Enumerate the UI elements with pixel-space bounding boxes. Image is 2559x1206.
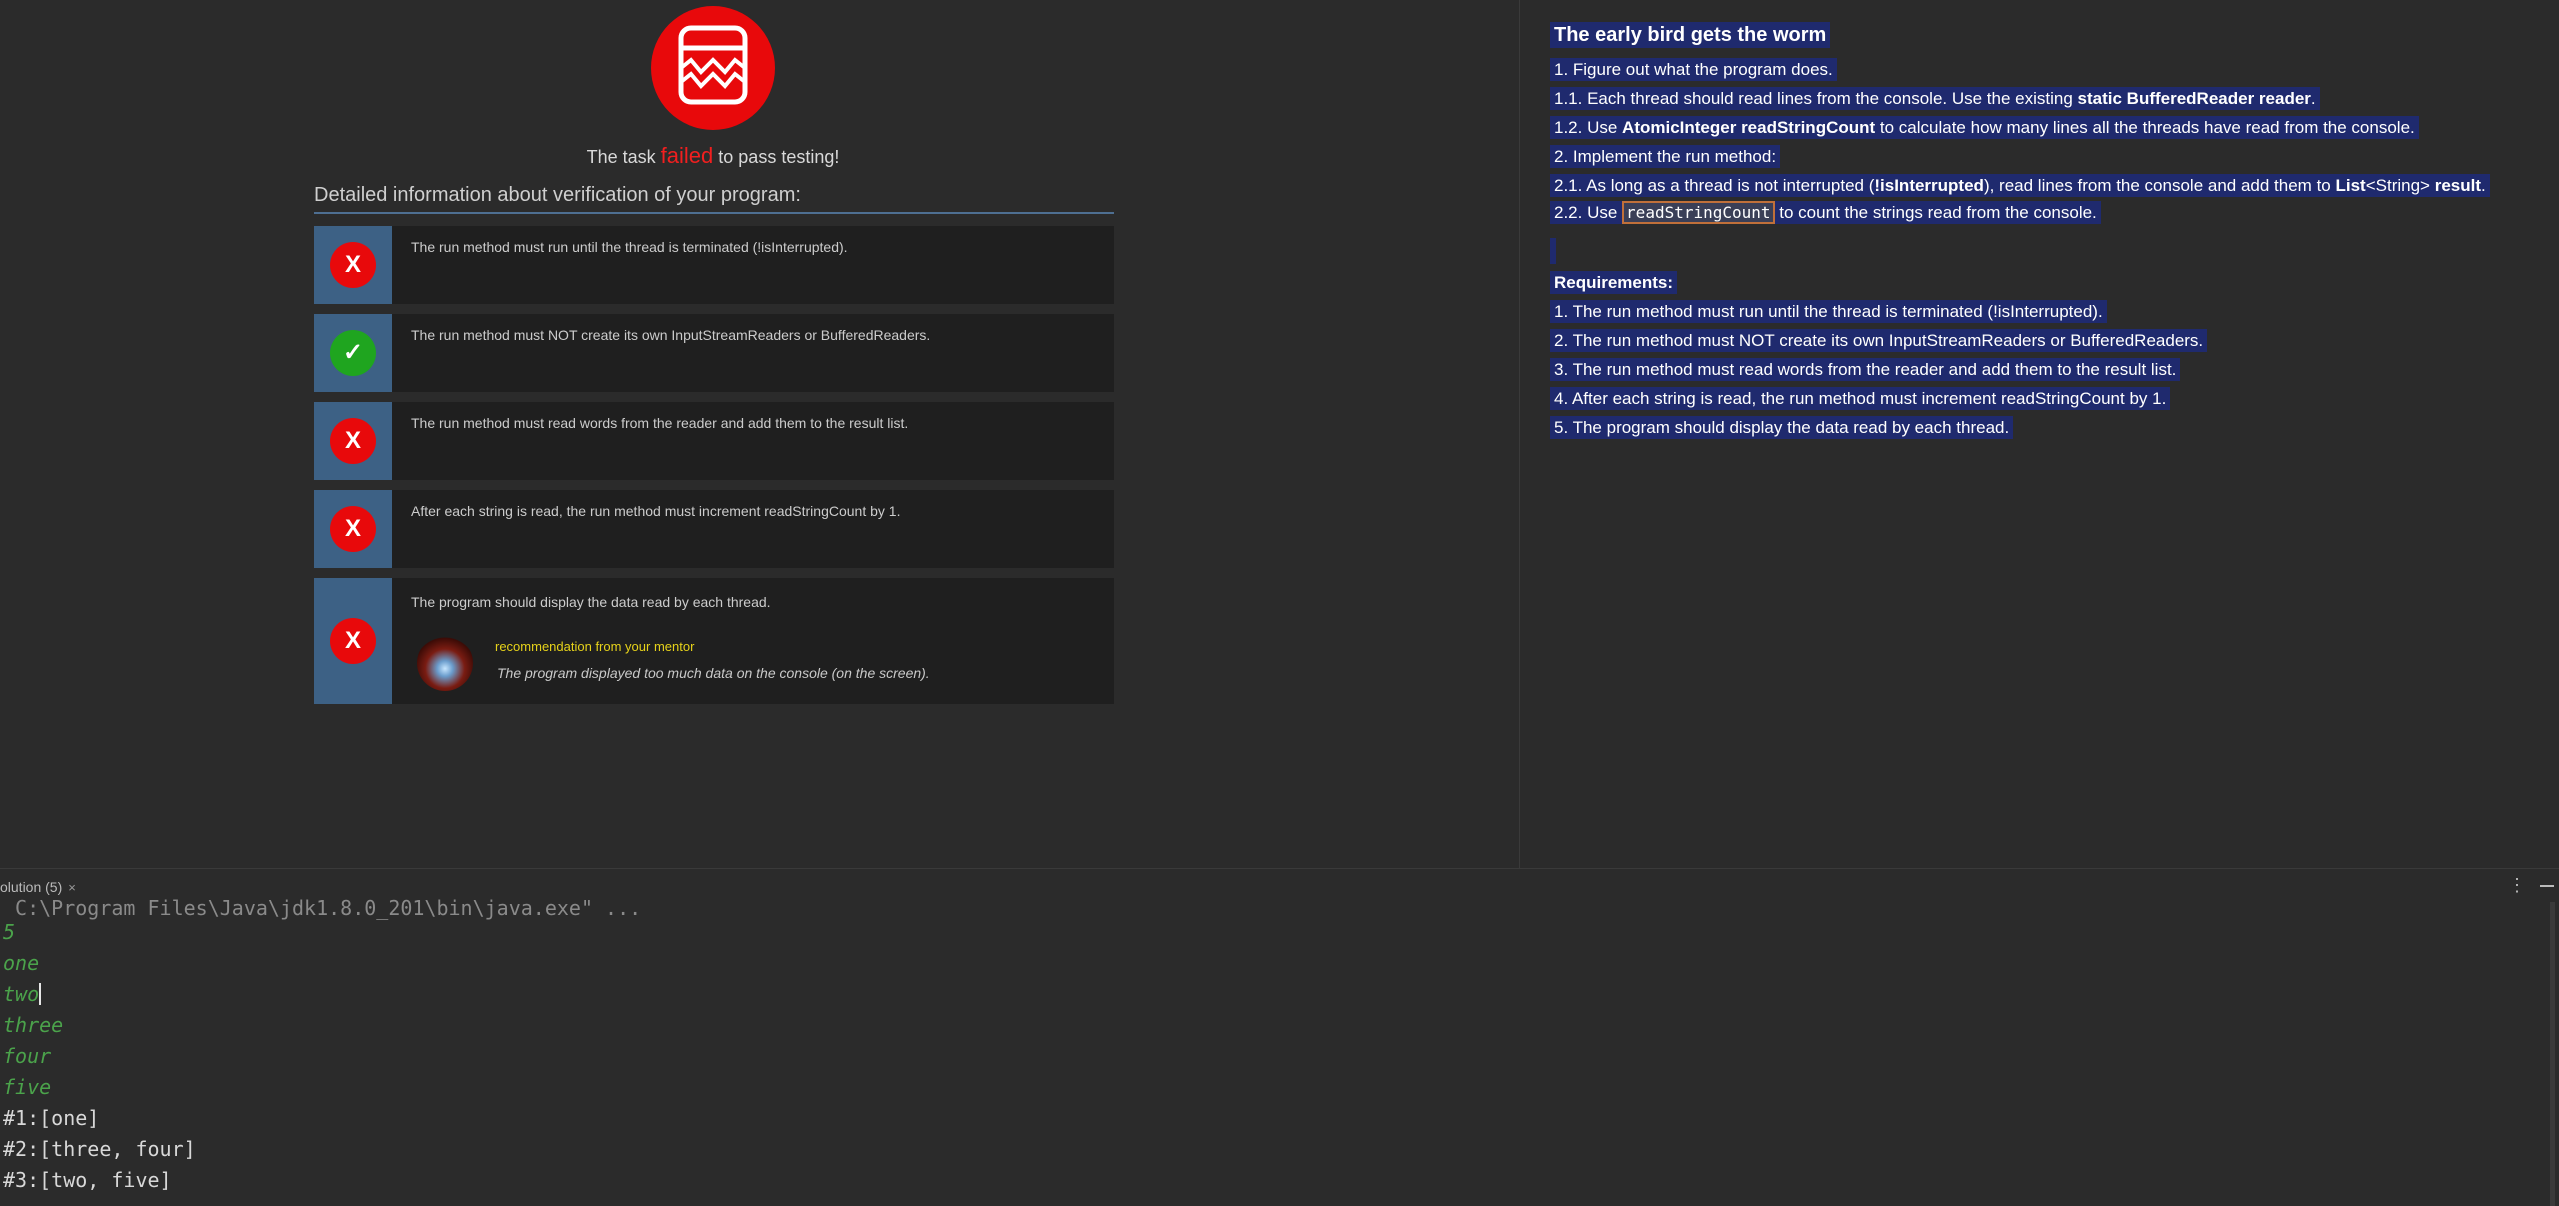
console-input-line: four: [3, 1044, 52, 1068]
check-result-bar: X: [314, 578, 392, 704]
status-prefix: The task: [586, 147, 656, 167]
console-input-line: three: [3, 1013, 64, 1037]
check-text: The run method must NOT create its own I…: [411, 327, 931, 343]
ide-window: The task failed to pass testing! Detaile…: [0, 0, 2559, 1206]
selection-gap: [1550, 238, 1556, 264]
more-options-icon[interactable]: ⋮: [2508, 875, 2526, 896]
console-command-line: C:\Program Files\Java\jdk1.8.0_201\bin\j…: [3, 896, 642, 920]
run-tab-solution[interactable]: olution (5) ×: [0, 879, 76, 895]
run-tab-label: olution (5): [0, 879, 63, 895]
fail-icon: X: [330, 618, 376, 664]
description-step-1-2: 1.2. Use AtomicInteger readStringCount t…: [1550, 116, 2419, 139]
check-result-bar: ✓: [314, 314, 392, 392]
check-text: The program should display the data read…: [411, 594, 771, 610]
console-input-line: five: [3, 1075, 52, 1099]
check-text: After each string is read, the run metho…: [411, 503, 901, 519]
mentor-recommendation-title: recommendation from your mentor: [495, 639, 695, 654]
fail-icon: X: [330, 242, 376, 288]
mentor-recommendation-text: The program displayed too much data on t…: [497, 665, 930, 681]
requirement-item: 3. The run method must read words from t…: [1550, 358, 2181, 381]
code-readStringCount: readStringCount: [1622, 201, 1775, 224]
status-failed-word: failed: [660, 143, 714, 168]
check-row-1: X The run method must run until the thre…: [314, 226, 1114, 304]
check-text: The run method must run until the thread…: [411, 239, 848, 255]
requirement-item: 1. The run method must run until the thr…: [1550, 300, 2107, 323]
description-step-2-1: 2.1. As long as a thread is not interrup…: [1550, 174, 2490, 197]
check-result-bar: X: [314, 226, 392, 304]
console-input-line: 5: [3, 920, 16, 944]
status-suffix: to pass testing!: [718, 147, 840, 167]
task-status-message: The task failed to pass testing!: [0, 143, 1426, 169]
console-output-line: #1:[one]: [3, 1106, 100, 1130]
description-step-2: 2. Implement the run method:: [1550, 145, 1781, 168]
check-row-5: X The program should display the data re…: [314, 578, 1114, 704]
text-caret: [39, 983, 42, 1005]
check-row-4: X After each string is read, the run met…: [314, 490, 1114, 568]
divider: [314, 212, 1114, 214]
fail-icon: X: [330, 418, 376, 464]
check-row-3: X The run method must read words from th…: [314, 402, 1114, 480]
check-text: The run method must read words from the …: [411, 415, 909, 431]
task-description-panel: The early bird gets the worm 1. Figure o…: [1519, 0, 2559, 868]
check-result-bar: X: [314, 402, 392, 480]
check-row-2: ✓ The run method must NOT create its own…: [314, 314, 1114, 392]
description-step-1-1: 1.1. Each thread should read lines from …: [1550, 87, 2320, 110]
requirement-item: 5. The program should display the data r…: [1550, 416, 2014, 439]
console-output[interactable]: C:\Program Files\Java\jdk1.8.0_201\bin\j…: [0, 896, 2559, 1206]
console-input-line: one: [3, 951, 40, 975]
close-icon[interactable]: ×: [68, 880, 76, 895]
console-input-line: two: [3, 982, 42, 1006]
console-output-line: #2:[three, four]: [3, 1137, 196, 1161]
requirement-item: 4. After each string is read, the run me…: [1550, 387, 2171, 410]
verification-panel: The task failed to pass testing! Detaile…: [0, 0, 1519, 868]
description-step-2-2: 2.2. Use readStringCount to count the st…: [1550, 201, 2101, 224]
requirement-item: 2. The run method must NOT create its ow…: [1550, 329, 2208, 352]
details-heading: Detailed information about verification …: [314, 184, 801, 206]
console-scrollbar[interactable]: [2550, 902, 2555, 1206]
fail-icon: X: [330, 506, 376, 552]
task-title: The early bird gets the worm: [1550, 22, 1831, 48]
broken-envelope-icon: [651, 6, 775, 130]
checkmark-icon: ✓: [330, 330, 376, 376]
mentor-avatar: [417, 635, 473, 691]
check-result-bar: X: [314, 490, 392, 568]
minimize-icon[interactable]: [2540, 885, 2554, 887]
description-step-1: 1. Figure out what the program does.: [1550, 58, 1837, 81]
console-output-line: #3:[two, five]: [3, 1168, 172, 1192]
requirements-heading: Requirements:: [1550, 271, 1678, 294]
